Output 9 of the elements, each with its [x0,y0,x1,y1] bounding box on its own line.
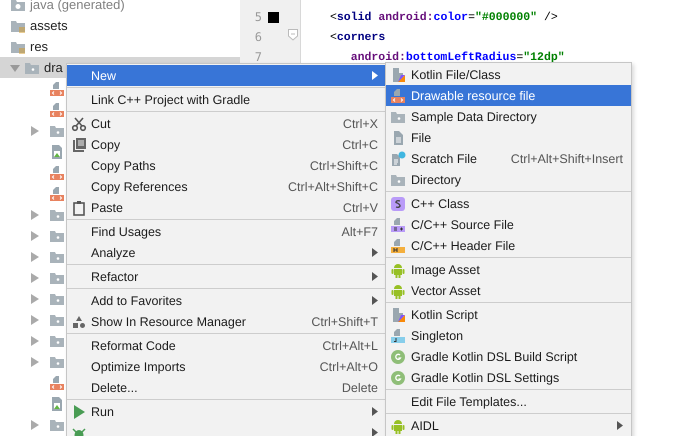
tree-label: dra [44,60,63,75]
line-number: 5 [254,10,262,24]
code-line: <solid android:color="#000000" /> [330,10,559,26]
tree-label: assets [30,18,68,33]
line-number: 6 [254,30,262,44]
code-line: <corners [330,30,386,46]
tree-label: res [30,39,48,54]
code-line: android:bottomLeftRadius="12dp" [350,50,566,66]
line-number: 7 [254,50,262,64]
